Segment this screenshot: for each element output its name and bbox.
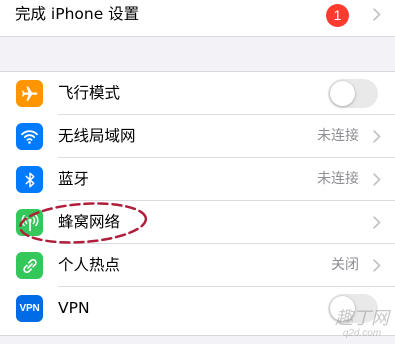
finish-setup-group: 完成 iPhone 设置 1 (0, 0, 395, 37)
vpn-icon-text: VPN (19, 303, 40, 314)
vpn-icon: VPN (16, 295, 43, 322)
chevron-right-icon (373, 130, 381, 143)
personal-hotspot-icon (16, 252, 43, 279)
connectivity-settings-group: 飞行模式 无线局域网 未连接 蓝牙 未连接 蜂窝网络 个人热点 关闭 VPN V… (0, 71, 395, 336)
chevron-right-icon (373, 8, 381, 21)
watermark-line1: 趣丁网 (335, 308, 389, 329)
bluetooth-status-value: 未连接 (317, 171, 359, 187)
finish-setup-row[interactable]: 完成 iPhone 设置 1 (0, 0, 395, 36)
bluetooth-icon (16, 166, 43, 193)
notification-badge: 1 (326, 4, 349, 27)
settings-row-cellular[interactable]: 蜂窝网络 (0, 201, 395, 244)
finish-setup-label: 完成 iPhone 设置 (15, 5, 140, 23)
chevron-right-icon (373, 259, 381, 272)
vpn-label: VPN (58, 299, 90, 317)
cellular-label: 蜂窝网络 (58, 213, 121, 231)
airplane-mode-toggle[interactable] (328, 79, 378, 108)
wifi-label: 无线局域网 (58, 127, 136, 145)
toggle-knob (330, 81, 355, 106)
site-watermark: 趣丁网 q2d.com (335, 310, 389, 340)
chevron-right-icon (373, 173, 381, 186)
bluetooth-label: 蓝牙 (58, 170, 90, 188)
wifi-status-value: 未连接 (317, 128, 359, 144)
personal-hotspot-label: 个人热点 (58, 256, 121, 274)
airplane-mode-label: 飞行模式 (58, 84, 121, 102)
wifi-icon (16, 123, 43, 150)
settings-row-airplane-mode[interactable]: 飞行模式 (0, 72, 395, 115)
settings-row-personal-hotspot[interactable]: 个人热点 关闭 (0, 244, 395, 287)
airplane-icon (16, 80, 43, 107)
watermark-line2: q2d.com (342, 328, 382, 339)
settings-row-wifi[interactable]: 无线局域网 未连接 (0, 115, 395, 158)
settings-row-bluetooth[interactable]: 蓝牙 未连接 (0, 158, 395, 201)
chevron-right-icon (373, 216, 381, 229)
personal-hotspot-status-value: 关闭 (331, 257, 359, 273)
cellular-antenna-icon (16, 209, 43, 236)
